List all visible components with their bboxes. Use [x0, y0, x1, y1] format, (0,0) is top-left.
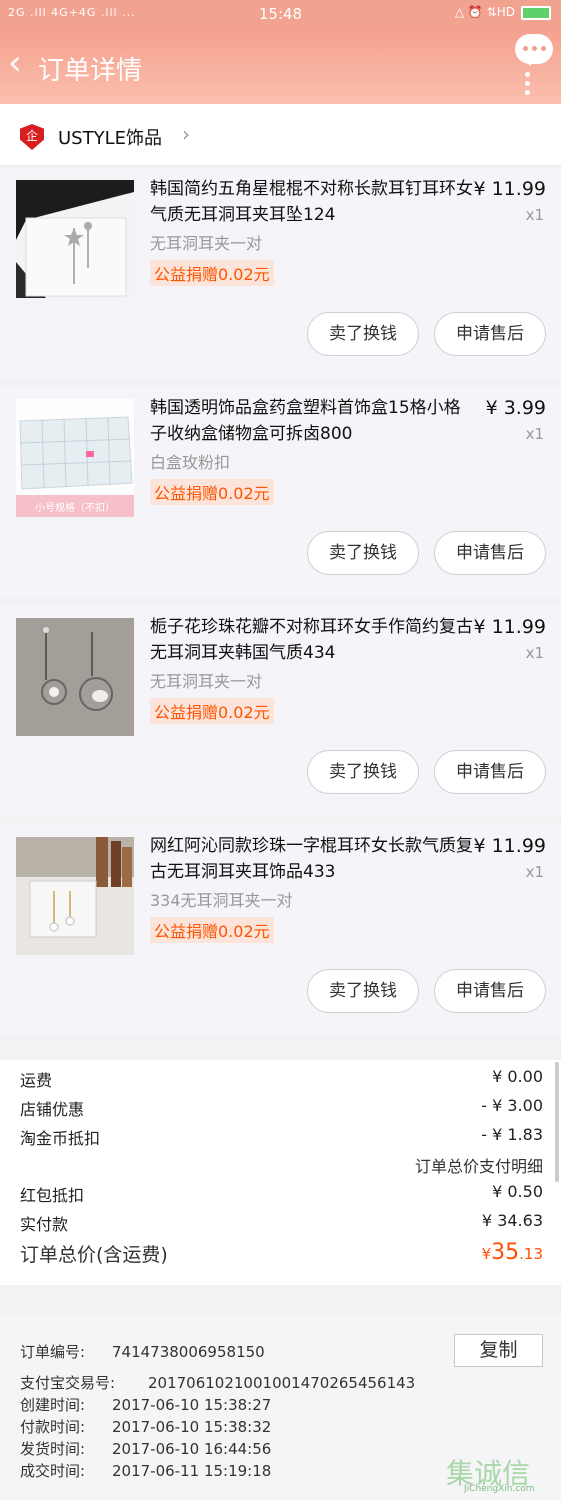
status-icons: △ ⏰ ⇅HD [455, 5, 551, 20]
shop-name[interactable]: USTYLE饰品 [58, 124, 162, 150]
product-image[interactable] [16, 180, 134, 298]
product-price: ¥ 11.99 [473, 835, 546, 857]
completed-time-label: 成交时间: [20, 1462, 86, 1480]
message-icon[interactable] [515, 34, 553, 66]
watermark-logo: 集诚信 JiChengXin.com [446, 1452, 558, 1496]
red-packet-label: 红包抵扣 [20, 1186, 85, 1205]
product-quantity: x1 [525, 863, 544, 881]
shop-header[interactable]: 企 USTYLE饰品 › [0, 104, 561, 166]
order-total-label: 订单总价(含运费) [20, 1244, 168, 1266]
sell-for-cash-button[interactable]: 卖了换钱 [307, 969, 419, 1013]
charity-badge: 公益捐赠0.02元 [150, 917, 274, 943]
completed-time-row: 成交时间: 2017-06-11 15:19:18 [20, 1460, 271, 1481]
battery-icon [521, 5, 551, 20]
status-bar: 2G .ill 4G+4G .ill ... 15:48 △ ⏰ ⇅HD [0, 0, 561, 28]
shop-badge-icon: 企 [20, 124, 44, 150]
charity-badge: 公益捐赠0.02元 [150, 260, 274, 286]
product-image[interactable] [16, 837, 134, 955]
alipay-number: 2017061021001001470265456143 [148, 1374, 416, 1392]
paid-time: 2017-06-10 15:38:32 [112, 1418, 272, 1436]
coin-deduction-label: 淘金币抵扣 [20, 1129, 101, 1148]
product-title[interactable]: 栀子花珍珠花瓣不对称耳环女手作简约复古无耳洞耳夹韩国气质434 [150, 614, 475, 666]
page-title: 订单详情 [38, 56, 143, 86]
shipped-time: 2017-06-10 16:44:56 [112, 1440, 272, 1458]
request-after-sale-button[interactable]: 申请售后 [434, 750, 546, 794]
shop-discount-value: - ¥ 3.00 [481, 1096, 543, 1115]
shop-discount-row: 店铺优惠 - ¥ 3.00 [20, 1096, 543, 1120]
shipped-time-label: 发货时间: [20, 1440, 86, 1458]
alipay-number-row: 支付宝交易号: 2017061021001001470265456143 [20, 1372, 415, 1393]
scrollbar[interactable] [555, 1062, 559, 1182]
red-packet-value: ¥ 0.50 [492, 1182, 543, 1201]
product-quantity: x1 [525, 206, 544, 224]
order-number-row: 订单编号: 7414738006958150 [20, 1341, 265, 1362]
product-sku: 白盒玫粉扣 [150, 453, 231, 472]
order-item[interactable]: 网红阿沁同款珍珠一字棍耳环女长款气质复古无耳洞耳夹耳饰品433 ¥ 11.99 … [0, 825, 561, 1035]
payment-detail-link[interactable]: 订单总价支付明细 [415, 1153, 543, 1177]
shipping-row: 运费 ¥ 0.00 [20, 1067, 543, 1091]
charity-badge: 公益捐赠0.02元 [150, 698, 274, 724]
shipped-time-row: 发货时间: 2017-06-10 16:44:56 [20, 1438, 271, 1459]
message-dot [523, 46, 528, 51]
charity-badge: 公益捐赠0.02元 [150, 479, 274, 505]
product-price: ¥ 3.99 [485, 397, 546, 419]
shop-discount-label: 店铺优惠 [20, 1100, 85, 1119]
product-title[interactable]: 韩国透明饰品盒药盒塑料首饰盒15格小格子收纳盒储物盒可拆卤800 [150, 395, 475, 447]
message-dot [532, 46, 537, 51]
order-item[interactable]: 栀子花珍珠花瓣不对称耳环女手作简约复古无耳洞耳夹韩国气质434 ¥ 11.99 … [0, 606, 561, 816]
paid-amount-row: 实付款 ¥ 34.63 [20, 1211, 543, 1235]
sell-for-cash-button[interactable]: 卖了换钱 [307, 312, 419, 356]
product-sku: 无耳洞耳夹一对 [150, 672, 263, 691]
paid-time-label: 付款时间: [20, 1418, 86, 1436]
status-icons-text: △ ⏰ ⇅HD [454, 5, 515, 19]
alipay-number-label: 支付宝交易号: [20, 1374, 116, 1392]
product-price: ¥ 11.99 [473, 616, 546, 638]
product-sku: 无耳洞耳夹一对 [150, 234, 263, 253]
sell-for-cash-button[interactable]: 卖了换钱 [307, 531, 419, 575]
shipping-value: ¥ 0.00 [492, 1067, 543, 1086]
product-sku: 334无耳洞耳夹一对 [150, 891, 293, 910]
nav-bar: ‹ 订单详情 [0, 28, 561, 104]
product-image[interactable]: 小号规格（不扣） [16, 399, 134, 517]
more-menu-icon[interactable] [525, 72, 531, 99]
copy-button[interactable]: 复制 [454, 1334, 543, 1367]
back-icon[interactable]: ‹ [8, 46, 22, 80]
order-number-label: 订单编号: [20, 1343, 86, 1361]
product-title[interactable]: 网红阿沁同款珍珠一字棍耳环女长款气质复古无耳洞耳夹耳饰品433 [150, 833, 475, 885]
total-decimal: .13 [519, 1245, 543, 1263]
total-integer: 35 [491, 1240, 520, 1265]
shipping-label: 运费 [20, 1071, 53, 1090]
order-item[interactable]: 韩国简约五角星棍棍不对称长款耳钉耳环女气质无耳洞耳夹耳坠124 ¥ 11.99 … [0, 168, 561, 378]
order-number: 7414738006958150 [112, 1343, 265, 1361]
total-currency: ¥ [481, 1245, 492, 1263]
created-time: 2017-06-10 15:38:27 [112, 1396, 272, 1414]
request-after-sale-button[interactable]: 申请售后 [434, 312, 546, 356]
paid-amount-label: 实付款 [20, 1215, 69, 1234]
coin-deduction-value: - ¥ 1.83 [481, 1125, 543, 1144]
paid-amount-value: ¥ 34.63 [481, 1211, 543, 1230]
paid-time-row: 付款时间: 2017-06-10 15:38:32 [20, 1416, 271, 1437]
order-total-row: 订单总价(含运费) ¥35.13 [20, 1240, 543, 1267]
coin-deduction-row: 淘金币抵扣 - ¥ 1.83 [20, 1125, 543, 1149]
request-after-sale-button[interactable]: 申请售后 [434, 969, 546, 1013]
order-item[interactable]: 小号规格（不扣） 韩国透明饰品盒药盒塑料首饰盒15格小格子收纳盒储物盒可拆卤80… [0, 387, 561, 597]
message-dot [541, 46, 546, 51]
request-after-sale-button[interactable]: 申请售后 [434, 531, 546, 575]
created-time-row: 创建时间: 2017-06-10 15:38:27 [20, 1394, 271, 1415]
created-time-label: 创建时间: [20, 1396, 86, 1414]
product-title[interactable]: 韩国简约五角星棍棍不对称长款耳钉耳环女气质无耳洞耳夹耳坠124 [150, 176, 475, 228]
order-total-value: ¥35.13 [482, 1240, 543, 1265]
chevron-right-icon: › [182, 122, 190, 146]
product-image[interactable] [16, 618, 134, 736]
red-packet-row: 红包抵扣 ¥ 0.50 [20, 1182, 543, 1206]
product-price: ¥ 11.99 [473, 178, 546, 200]
product-quantity: x1 [525, 644, 544, 662]
completed-time: 2017-06-11 15:19:18 [112, 1462, 272, 1480]
watermark-url: JiChengXin.com [464, 1484, 535, 1494]
sell-for-cash-button[interactable]: 卖了换钱 [307, 750, 419, 794]
thumb-caption: 小号规格（不扣） [35, 501, 115, 514]
product-quantity: x1 [525, 425, 544, 443]
